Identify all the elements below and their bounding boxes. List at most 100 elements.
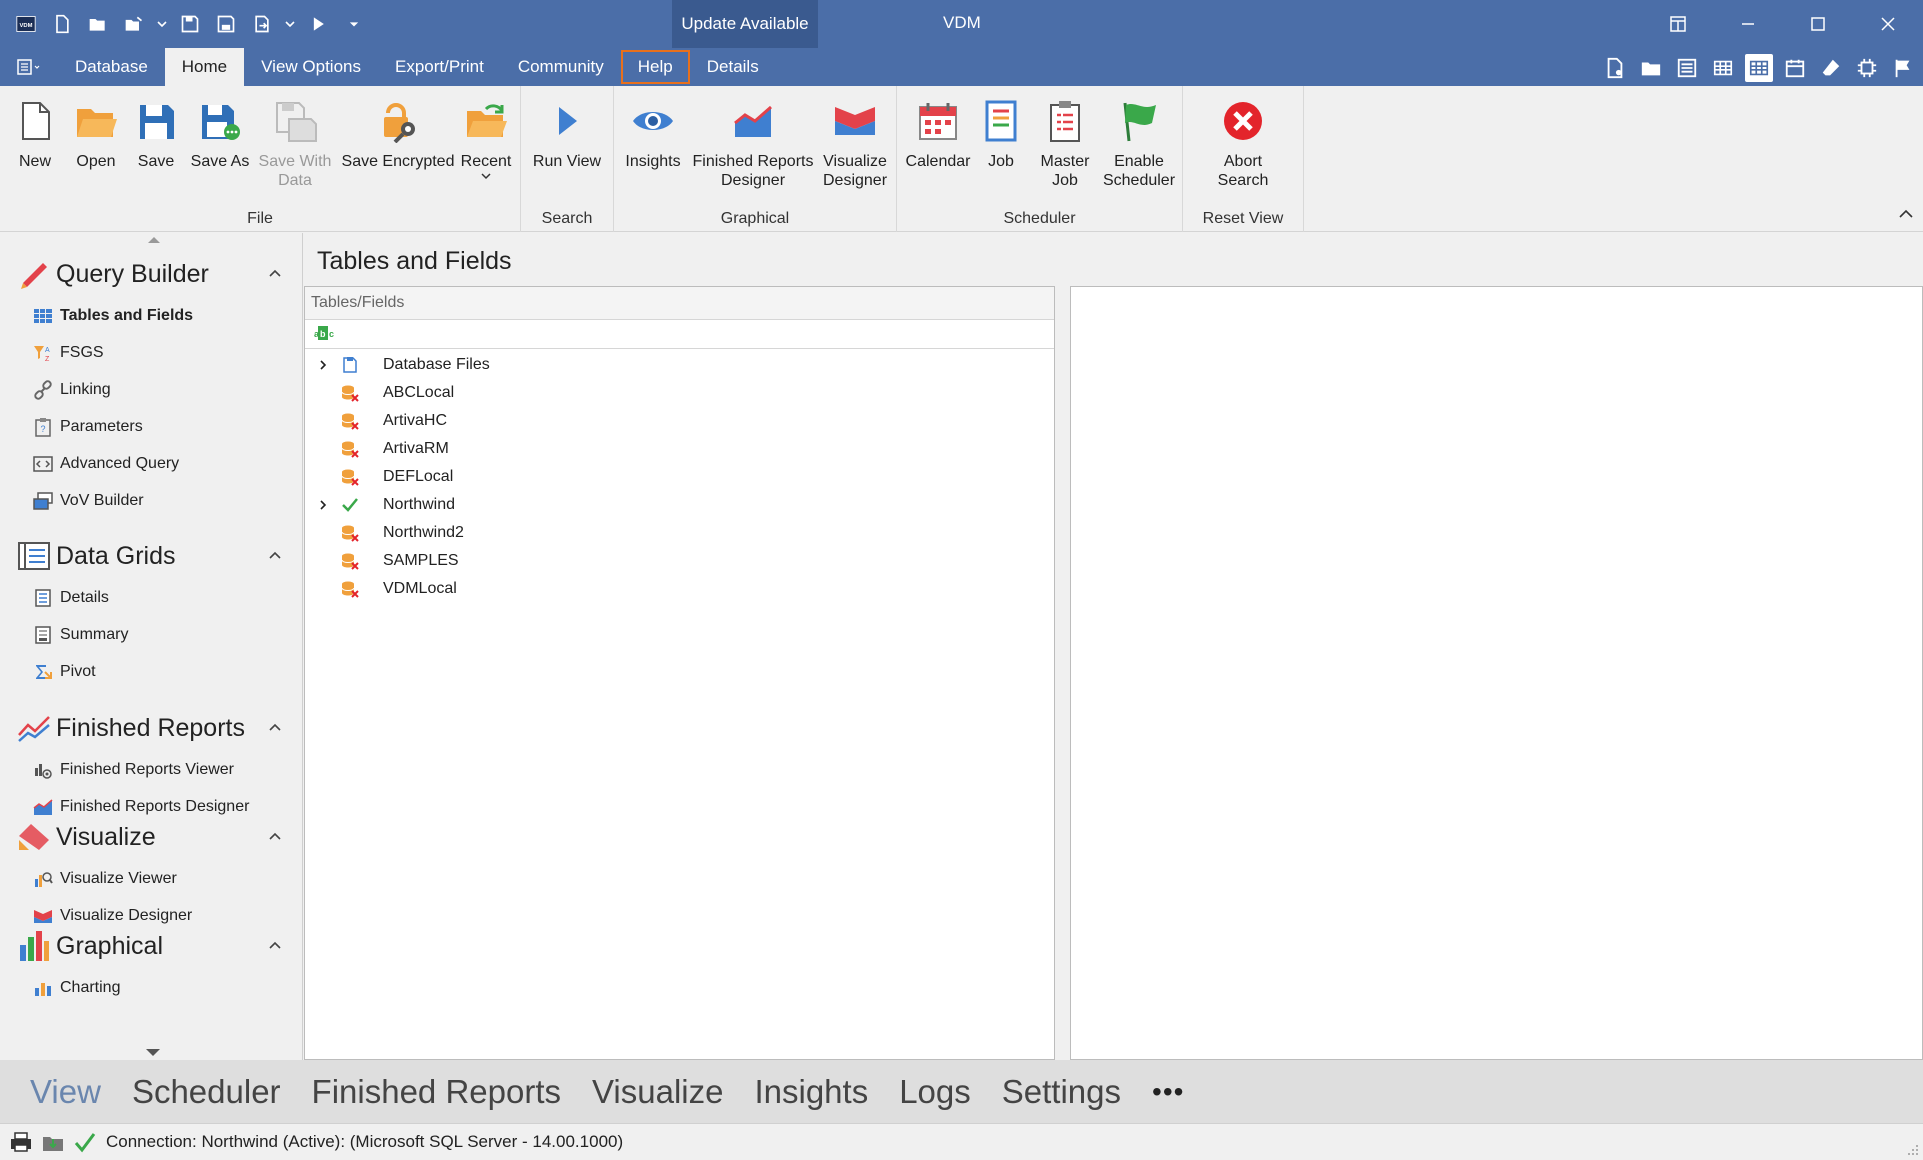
- nav-item-details[interactable]: Details: [0, 579, 302, 616]
- bottom-tab-scheduler[interactable]: Scheduler: [132, 1073, 281, 1111]
- new-file-icon[interactable]: [48, 10, 76, 38]
- flag-icon[interactable]: [1889, 54, 1917, 82]
- nav-item-visualize-viewer[interactable]: Visualize Viewer: [0, 860, 302, 897]
- insights-button[interactable]: Insights: [621, 96, 685, 171]
- open-button[interactable]: Open: [70, 96, 122, 171]
- nav-item-fsgs[interactable]: AZ FSGS: [0, 334, 302, 371]
- nav-header-finished-reports[interactable]: Finished Reports: [0, 705, 302, 751]
- nav-section-graphical: Graphical Charting: [0, 923, 302, 1006]
- save-as-button[interactable]: Save As: [190, 96, 250, 171]
- save-with-data-label-1: Save With: [258, 153, 332, 170]
- restore-layout-button[interactable]: [1643, 0, 1713, 48]
- grid-view-icon[interactable]: [1709, 54, 1737, 82]
- nav-item-vov-builder[interactable]: VoV Builder: [0, 482, 302, 519]
- nav-scroll-up[interactable]: [148, 237, 160, 243]
- bottom-tab-settings[interactable]: Settings: [1002, 1073, 1121, 1111]
- printer-icon[interactable]: [8, 1129, 34, 1155]
- bottom-tab-insights[interactable]: Insights: [754, 1073, 868, 1111]
- nav-header-data-grids[interactable]: Data Grids: [0, 533, 302, 579]
- update-available-button[interactable]: Update Available: [672, 0, 818, 48]
- nav-item-linking[interactable]: Linking: [0, 371, 302, 408]
- nav-item-parameters[interactable]: ? Parameters: [0, 408, 302, 445]
- tree-row-artivarm[interactable]: ArtivaRM: [305, 435, 1054, 463]
- nav-item-tables-and-fields[interactable]: Tables and Fields: [0, 297, 302, 334]
- tree-row-artivahc[interactable]: ArtivaHC: [305, 407, 1054, 435]
- filter-row[interactable]: a b c: [305, 320, 1054, 349]
- tree-row-abclocal[interactable]: ABCLocal: [305, 379, 1054, 407]
- chip-icon[interactable]: [1853, 54, 1881, 82]
- tree-row-northwind2[interactable]: Northwind2: [305, 519, 1054, 547]
- app-menu-button[interactable]: [0, 48, 58, 86]
- run-icon[interactable]: [304, 10, 332, 38]
- eraser-icon[interactable]: [1817, 54, 1845, 82]
- abc-filter-icon[interactable]: a b c: [311, 324, 337, 342]
- tree-row-samples[interactable]: SAMPLES: [305, 547, 1054, 575]
- tree-row-deflocal[interactable]: DEFLocal: [305, 463, 1054, 491]
- tab-community[interactable]: Community: [501, 48, 621, 86]
- tab-export-print[interactable]: Export/Print: [378, 48, 501, 86]
- chevron-down-icon[interactable]: [156, 10, 168, 38]
- tree-row-northwind[interactable]: Northwind: [305, 491, 1054, 519]
- tab-help[interactable]: Help: [620, 50, 690, 84]
- app-logo[interactable]: VDM: [12, 10, 40, 38]
- finished-reports-designer-button[interactable]: Finished Reports Designer: [691, 96, 815, 190]
- nav-header-visualize[interactable]: Visualize: [0, 814, 302, 860]
- tree-row-database-files[interactable]: Database Files: [305, 351, 1054, 379]
- window-controls: [1643, 0, 1923, 48]
- maximize-button[interactable]: [1783, 0, 1853, 48]
- export-icon[interactable]: [248, 10, 276, 38]
- calendar-button[interactable]: Calendar: [904, 96, 972, 171]
- table-view-icon[interactable]: [1745, 54, 1773, 82]
- customize-toolbar-icon[interactable]: [340, 10, 368, 38]
- chevron-right-icon[interactable]: [317, 499, 329, 511]
- bottom-tab-finished-reports[interactable]: Finished Reports: [312, 1073, 561, 1111]
- close-button[interactable]: [1853, 0, 1923, 48]
- nav-header-query-builder[interactable]: Query Builder: [0, 251, 302, 297]
- resize-grip-icon[interactable]: [1905, 1142, 1919, 1156]
- save-encrypted-button[interactable]: Save Encrypted: [340, 96, 456, 171]
- save-with-data-button[interactable]: Save With Data: [258, 96, 332, 190]
- bottom-tab-view[interactable]: View: [30, 1073, 101, 1111]
- visualize-designer-button[interactable]: Visualize Designer: [818, 96, 892, 190]
- list-view-icon[interactable]: [1673, 54, 1701, 82]
- collapse-ribbon-icon[interactable]: [1897, 205, 1915, 223]
- save-icon[interactable]: [176, 10, 204, 38]
- chevron-right-icon[interactable]: [317, 359, 329, 371]
- recent-button[interactable]: Recent: [458, 96, 514, 181]
- nav-item-charting[interactable]: Charting: [0, 969, 302, 1006]
- more-tabs-button[interactable]: •••: [1152, 1076, 1184, 1108]
- bottom-tab-visualize[interactable]: Visualize: [592, 1073, 723, 1111]
- save-as-icon[interactable]: [212, 10, 240, 38]
- nav-item-pivot[interactable]: Pivot: [0, 653, 302, 690]
- ribbon-group-reset-view: Abort Search Reset View: [1183, 86, 1304, 232]
- check-icon: [342, 498, 358, 512]
- nav-scroll-down[interactable]: [146, 1049, 160, 1056]
- folder-icon[interactable]: [1637, 54, 1665, 82]
- enable-scheduler-button[interactable]: Enable Scheduler: [1099, 96, 1179, 190]
- tab-home[interactable]: Home: [164, 48, 245, 86]
- minimize-button[interactable]: [1713, 0, 1783, 48]
- open-recent-icon[interactable]: [120, 10, 148, 38]
- chevron-down-icon[interactable]: [284, 10, 296, 38]
- master-job-button[interactable]: Master Job: [1034, 96, 1096, 190]
- abort-search-button[interactable]: Abort Search: [1207, 96, 1279, 190]
- open-folder-icon: [77, 109, 117, 137]
- save-button[interactable]: Save: [132, 96, 180, 171]
- tree-row-vdmlocal[interactable]: VDMLocal: [305, 575, 1054, 603]
- tab-details[interactable]: Details: [690, 48, 776, 86]
- calendar-icon[interactable]: [1781, 54, 1809, 82]
- download-folder-icon[interactable]: [40, 1129, 66, 1155]
- job-button[interactable]: Job: [977, 96, 1025, 171]
- nav-item-finished-reports-viewer[interactable]: Finished Reports Viewer: [0, 751, 302, 788]
- nav-header-graphical[interactable]: Graphical: [0, 923, 302, 969]
- tab-database[interactable]: Database: [58, 48, 165, 86]
- bottom-tab-logs[interactable]: Logs: [899, 1073, 971, 1111]
- parameters-icon: ?: [35, 417, 51, 437]
- nav-item-advanced-query[interactable]: Advanced Query: [0, 445, 302, 482]
- settings-file-icon[interactable]: [1601, 54, 1629, 82]
- nav-item-summary[interactable]: Summary: [0, 616, 302, 653]
- open-folder-icon[interactable]: [84, 10, 112, 38]
- run-view-button[interactable]: Run View: [528, 96, 606, 171]
- new-button[interactable]: New: [11, 96, 59, 171]
- tab-view-options[interactable]: View Options: [244, 48, 378, 86]
